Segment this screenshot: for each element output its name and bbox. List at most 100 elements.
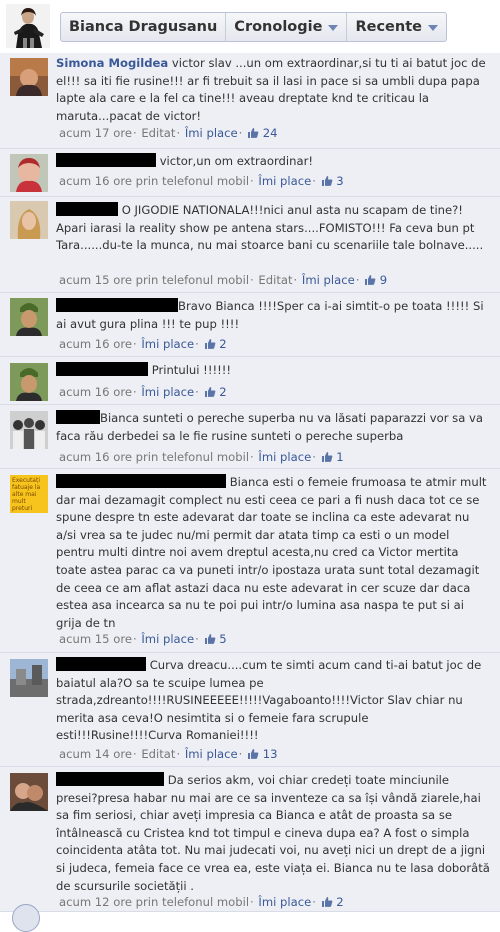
comment: Executați fatuaje la alte mai mult pretu… [0,469,500,653]
like-button[interactable]: Îmi place [185,747,238,761]
comment-meta: acum 15 ore· Îmi place· 5 [59,632,227,646]
commenter-avatar[interactable] [10,298,48,336]
comment-edited[interactable]: Editat [141,747,175,761]
like-count[interactable]: 2 [219,385,226,399]
redacted-author-name [56,410,100,424]
comment-meta: acum 16 ore· Îmi place· 2 [59,385,227,399]
comment-text: O JIGODIE NATIONALA!!!nici anul asta nu … [56,202,490,255]
like-count[interactable]: 24 [263,126,278,140]
next-avatar-stub [12,904,40,932]
comment-text: Bravo Bianca !!!!Sper ca i-ai simtit-o p… [56,298,490,333]
thumbs-up-icon [247,748,259,759]
like-count[interactable]: 1 [336,450,343,464]
commenter-avatar[interactable] [10,773,48,811]
like-button[interactable]: Îmi place [258,450,311,464]
redacted-author-name [56,362,148,376]
comment-meta: acum 17 ore· Editat· Îmi place· 24 [59,126,278,140]
comment-edited[interactable]: Editat [141,126,175,140]
recent-dropdown[interactable]: Recente [347,13,446,41]
like-count[interactable]: 3 [336,174,343,188]
comment-text: Printului !!!!!! [56,362,490,380]
timeline-label: Cronologie [234,19,323,35]
like-count[interactable]: 5 [219,632,226,646]
commenter-avatar[interactable] [10,659,48,697]
like-count[interactable]: 2 [336,895,343,909]
comment-time[interactable]: acum 17 ore [59,126,132,140]
comment-text: Bianca sunteti o pereche superba nu va l… [56,410,490,445]
comment-body: Da serios akm, voi chiar credeți toate m… [56,773,490,893]
comment-time[interactable]: acum 12 ore prin telefonul mobil [59,895,249,909]
profile-name-button[interactable]: Bianca Dragusanu [61,13,227,41]
thumbs-up-icon [247,127,259,138]
thumbs-up-icon [364,274,376,285]
timeline-nav-bar: Bianca Dragusanu Cronologie Recente [0,0,500,54]
thumbs-up-icon [321,896,333,907]
redacted-author-name [56,657,146,671]
commenter-avatar[interactable] [10,154,48,192]
comment: Curva dreacu....cum te simti acum cand t… [0,653,500,767]
comment-meta: acum 12 ore prin telefonul mobil· Îmi pl… [59,895,344,909]
recent-label: Recente [355,19,422,35]
redacted-author-name [56,474,226,488]
redacted-author-name [56,153,156,167]
like-button[interactable]: Îmi place [302,273,355,287]
comment: Bravo Bianca !!!!Sper ca i-ai simtit-o p… [0,293,500,357]
profile-avatar[interactable] [6,4,50,48]
comment-text: Bianca esti o femeie frumoasa te atmir m… [56,474,490,632]
redacted-author-name [56,202,118,216]
comment-text: victor,un om extraordinar! [56,153,490,171]
chevron-down-icon [328,25,339,31]
timeline-nav: Bianca Dragusanu Cronologie Recente [60,12,447,42]
redacted-author-name [56,772,164,786]
comment-edited[interactable]: Editat [258,273,292,287]
comment-time[interactable]: acum 16 ore [59,385,132,399]
comment: Simona Mogildea victor slav ...un om ext… [0,53,500,149]
comment-meta: acum 14 ore· Editat· Îmi place· 13 [59,747,278,761]
like-button[interactable]: Îmi place [141,385,194,399]
like-button[interactable]: Îmi place [258,895,311,909]
comment-time[interactable]: acum 16 ore prin telefonul mobil [59,450,249,464]
commenter-avatar[interactable] [10,411,48,449]
commenter-avatar[interactable] [10,58,48,96]
comment-meta: acum 15 ore prin telefonul mobil· Editat… [59,273,388,287]
like-count[interactable]: 9 [380,273,387,287]
commenter-avatar[interactable] [10,363,48,401]
chevron-down-icon [427,25,438,31]
commenter-avatar[interactable]: Executați fatuaje la alte mai mult pretu… [10,475,48,513]
comment-meta: acum 16 ore· Îmi place· 2 [59,337,227,351]
like-count[interactable]: 13 [263,747,278,761]
comment-text: Simona Mogildea victor slav ...un om ext… [56,55,490,125]
like-button[interactable]: Îmi place [258,174,311,188]
like-button[interactable]: Îmi place [141,632,194,646]
avatar-caption: Executați fatuaje la alte mai mult pretu… [12,477,41,512]
comment-body: Bianca esti o femeie frumoasa te atmir m… [56,475,487,630]
commenter-avatar[interactable] [10,201,48,239]
like-button[interactable]: Îmi place [141,337,194,351]
comment-time[interactable]: acum 16 ore [59,337,132,351]
comment-time[interactable]: acum 15 ore [59,632,132,646]
comment-meta: acum 16 ore prin telefonul mobil· Îmi pl… [59,174,344,188]
thumbs-up-icon [204,633,216,644]
comment: Da serios akm, voi chiar credeți toate m… [0,767,500,912]
comment-body: O JIGODIE NATIONALA!!!nici anul asta nu … [56,203,484,253]
profile-name-label: Bianca Dragusanu [69,19,218,35]
timeline-dropdown[interactable]: Cronologie [226,13,348,41]
comment-time[interactable]: acum 16 ore prin telefonul mobil [59,174,249,188]
comment-time[interactable]: acum 15 ore prin telefonul mobil [59,273,249,287]
comment: O JIGODIE NATIONALA!!!nici anul asta nu … [0,197,500,293]
comment-text: Da serios akm, voi chiar credeți toate m… [56,772,490,895]
comment-body: Printului !!!!!! [151,363,232,377]
comment-time[interactable]: acum 14 ore [59,747,132,761]
comment-text: Curva dreacu....cum te simti acum cand t… [56,657,490,745]
comment-meta: acum 16 ore prin telefonul mobil· Îmi pl… [59,450,344,464]
comment-author-link[interactable]: Simona Mogildea [56,56,168,70]
redacted-author-name [56,298,178,312]
thumbs-up-icon [204,386,216,397]
like-count[interactable]: 2 [219,337,226,351]
comment-body: victor,un om extraordinar! [159,154,313,168]
comment: victor,un om extraordinar! acum 16 ore p… [0,149,500,197]
comment-body: Bianca sunteti o pereche superba nu va l… [56,411,483,443]
comment: Bianca sunteti o pereche superba nu va l… [0,405,500,469]
thumbs-up-icon [321,451,333,462]
like-button[interactable]: Îmi place [185,126,238,140]
